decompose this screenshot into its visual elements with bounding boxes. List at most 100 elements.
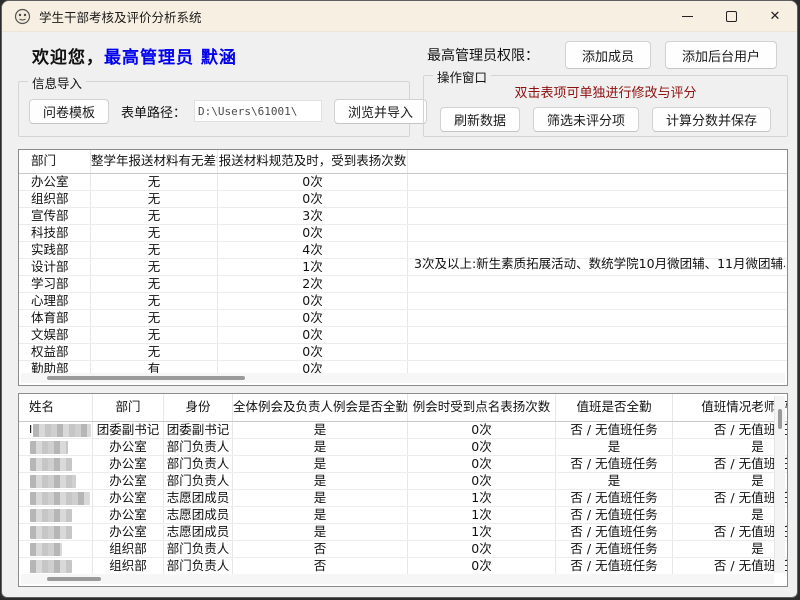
add-member-button[interactable]: 添加成员: [565, 41, 651, 69]
table-cell[interactable]: 办公室: [93, 456, 164, 472]
table-cell[interactable]: 0次: [218, 310, 408, 326]
table-cell[interactable]: 组织部: [93, 558, 164, 574]
table-cell[interactable]: 是: [673, 541, 787, 557]
redacted-name-cell[interactable]: [19, 558, 93, 574]
questionnaire-template-button[interactable]: 问卷模板: [29, 99, 109, 124]
table-cell[interactable]: 勤助部: [19, 361, 91, 373]
redacted-name-cell[interactable]: [19, 456, 93, 472]
table-cell[interactable]: 文娱部: [19, 327, 91, 343]
table-cell[interactable]: 团委副书记: [93, 422, 164, 438]
table-cell[interactable]: 办公室: [93, 507, 164, 523]
praise-detail-note[interactable]: 3次及以上:新生素质拓展活动、数统学院10月微团辅、11月微团辅、12: [411, 256, 785, 272]
table-row[interactable]: 组织部部门负责人否0次否 / 无值班任务是: [19, 541, 787, 558]
table-cell[interactable]: 3次: [218, 208, 408, 224]
calculate-save-button[interactable]: 计算分数并保存: [652, 107, 771, 132]
table-cell[interactable]: 0次: [408, 422, 556, 438]
table-cell[interactable]: 办公室: [93, 473, 164, 489]
table-cell[interactable]: 2次: [218, 276, 408, 292]
table-cell[interactable]: 0次: [218, 327, 408, 343]
table-row[interactable]: 办公室部门负责人是0次否 / 无值班任务否 / 无值班任务: [19, 456, 787, 473]
table-cell[interactable]: 团委副书记: [164, 422, 233, 438]
table-cell[interactable]: 0次: [408, 558, 556, 574]
table-cell[interactable]: 无: [91, 276, 218, 292]
table-cell[interactable]: 0次: [218, 191, 408, 207]
table-cell[interactable]: 部门负责人: [164, 439, 233, 455]
add-admin-user-button[interactable]: 添加后台用户: [665, 41, 777, 69]
table-cell[interactable]: 0次: [408, 541, 556, 557]
table-cell[interactable]: 否: [233, 541, 408, 557]
column-header[interactable]: 部门: [19, 150, 91, 173]
close-button[interactable]: ✕: [753, 1, 797, 31]
table-cell[interactable]: 学习部: [19, 276, 91, 292]
table-cell[interactable]: 0次: [218, 174, 408, 190]
table-cell[interactable]: 无: [91, 208, 218, 224]
table-cell[interactable]: 是: [673, 473, 787, 489]
table-cell[interactable]: 办公室: [93, 524, 164, 540]
column-header[interactable]: 值班情况老师评价是: [673, 394, 787, 421]
table-cell[interactable]: 是: [233, 456, 408, 472]
table-row[interactable]: 勤助部有0次: [19, 361, 787, 373]
table-cell[interactable]: 无: [91, 225, 218, 241]
redacted-name-cell[interactable]: [19, 490, 93, 506]
table-cell[interactable]: 办公室: [93, 490, 164, 506]
table-cell[interactable]: 无: [91, 293, 218, 309]
table-cell[interactable]: 办公室: [19, 174, 91, 190]
table-cell[interactable]: 心理部: [19, 293, 91, 309]
minimize-button[interactable]: [665, 1, 709, 31]
table-cell[interactable]: 无: [91, 310, 218, 326]
table-cell[interactable]: 无: [91, 259, 218, 275]
table-row[interactable]: 科技部无0次: [19, 225, 787, 242]
titlebar[interactable]: 学生干部考核及评价分析系统 ✕: [2, 1, 797, 32]
table-cell[interactable]: 有: [91, 361, 218, 373]
table-cell[interactable]: 部门负责人: [164, 541, 233, 557]
table-cell[interactable]: 办公室: [93, 439, 164, 455]
vertical-scrollbar[interactable]: [774, 396, 785, 573]
table-cell[interactable]: 1次: [408, 490, 556, 506]
table-cell[interactable]: 0次: [408, 439, 556, 455]
table-row[interactable]: 宣传部无3次: [19, 208, 787, 225]
table-row[interactable]: 组织部无0次: [19, 191, 787, 208]
table-cell[interactable]: 宣传部: [19, 208, 91, 224]
table-cell[interactable]: 是: [556, 473, 673, 489]
table-cell[interactable]: 否 / 无值班任务: [556, 541, 673, 557]
table-cell[interactable]: 否 / 无值班任务: [556, 490, 673, 506]
table-cell[interactable]: 1次: [408, 507, 556, 523]
redacted-name-cell[interactable]: [19, 507, 93, 523]
table-cell[interactable]: 0次: [408, 456, 556, 472]
table-cell[interactable]: 设计部: [19, 259, 91, 275]
column-header[interactable]: 部门: [93, 394, 164, 421]
table-cell[interactable]: 部门负责人: [164, 473, 233, 489]
scrollbar-thumb[interactable]: [47, 577, 101, 581]
scrollbar-thumb[interactable]: [778, 409, 782, 429]
table-cell[interactable]: 0次: [218, 225, 408, 241]
maximize-button[interactable]: [709, 1, 753, 31]
table-cell[interactable]: 1次: [218, 259, 408, 275]
column-header[interactable]: 值班是否全勤: [556, 394, 673, 421]
table-cell[interactable]: 否 / 无值班任务: [673, 456, 787, 472]
table-cell[interactable]: 实践部: [19, 242, 91, 258]
table-cell[interactable]: 志愿团成员: [164, 524, 233, 540]
redacted-name-cell[interactable]: I: [19, 422, 93, 438]
table-cell[interactable]: 体育部: [19, 310, 91, 326]
scrollbar-thumb[interactable]: [47, 376, 245, 380]
table-cell[interactable]: 4次: [218, 242, 408, 258]
table-row[interactable]: 办公室部门负责人是0次是是: [19, 473, 787, 490]
browse-import-button[interactable]: 浏览并导入: [334, 99, 427, 124]
table-cell[interactable]: 否 / 无值班任务: [673, 422, 787, 438]
table-cell[interactable]: 科技部: [19, 225, 91, 241]
table-cell[interactable]: 否 / 无值班任务: [556, 524, 673, 540]
table-cell[interactable]: 是: [233, 524, 408, 540]
table-cell[interactable]: 0次: [218, 293, 408, 309]
table-row[interactable]: 办公室志愿团成员是1次否 / 无值班任务否 / 无值班任务: [19, 490, 787, 507]
table-cell[interactable]: 无: [91, 191, 218, 207]
table-row[interactable]: 心理部无0次: [19, 293, 787, 310]
column-header[interactable]: 例会时受到点名表扬次数: [408, 394, 556, 421]
table-cell[interactable]: 是: [556, 439, 673, 455]
table-cell[interactable]: 志愿团成员: [164, 507, 233, 523]
horizontal-scrollbar[interactable]: [21, 574, 774, 584]
table-cell[interactable]: 0次: [218, 361, 408, 373]
table-cell[interactable]: 是: [233, 507, 408, 523]
table-cell[interactable]: 0次: [408, 473, 556, 489]
table-cell[interactable]: 1次: [408, 524, 556, 540]
table-cell[interactable]: 否 / 无值班任务: [556, 507, 673, 523]
